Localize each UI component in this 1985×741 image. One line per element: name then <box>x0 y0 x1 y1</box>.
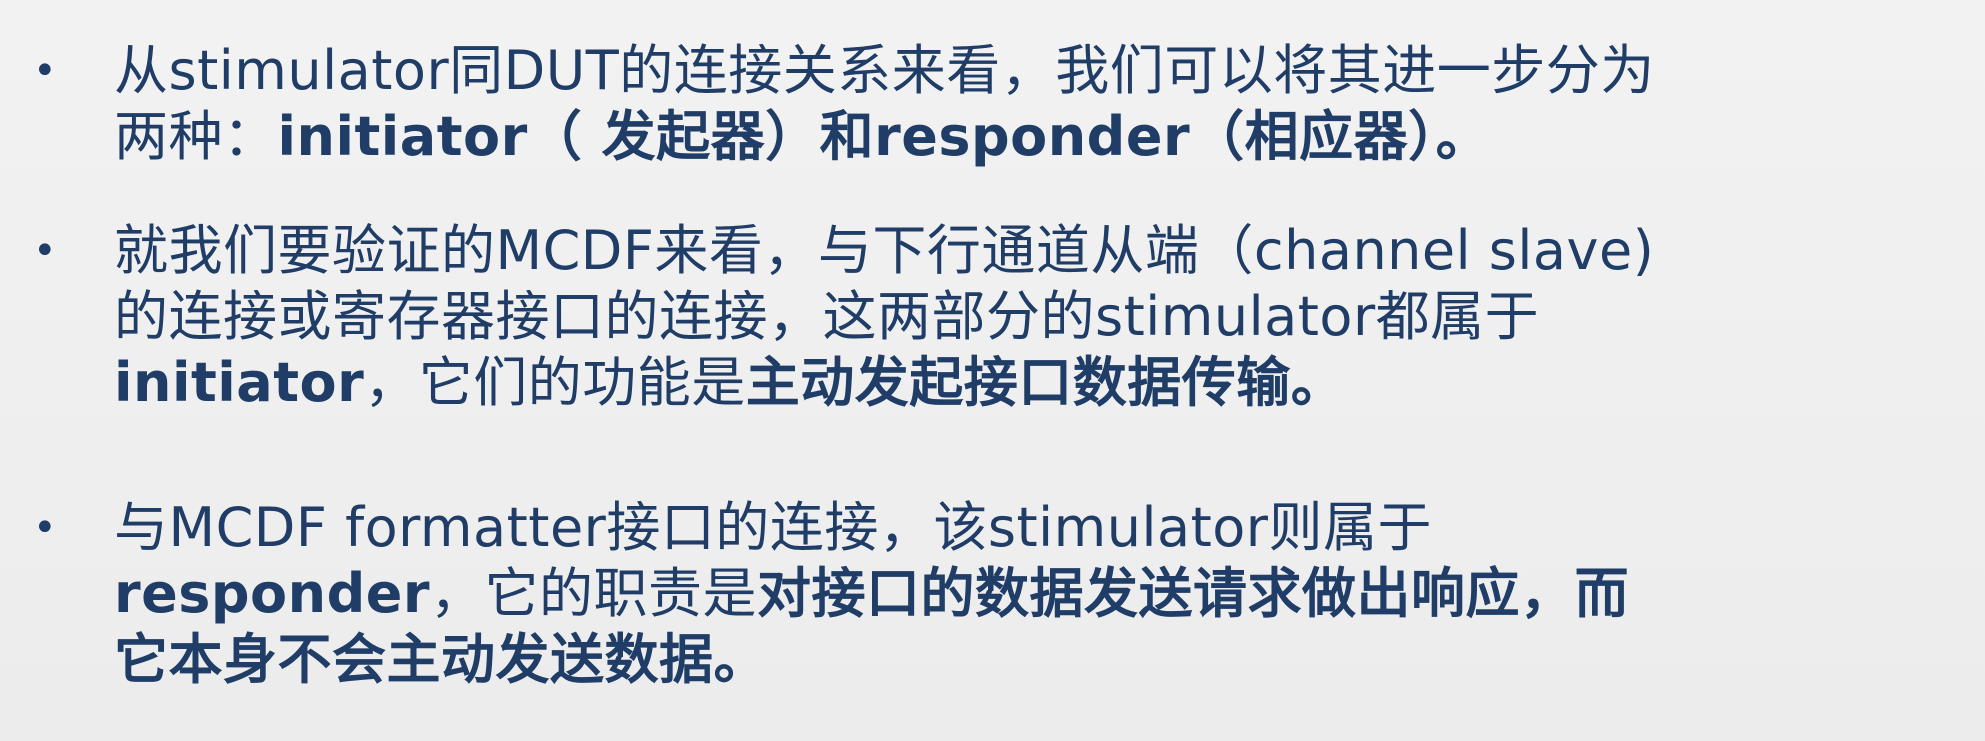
text-segment: 的连接或寄存器接口的连接，这两部分的stimulator都属于 <box>114 285 1540 348</box>
bullet-text: 与MCDF formatter接口的连接，该stimulator则属于 resp… <box>114 495 1954 693</box>
text-line: 从stimulator同DUT的连接关系来看，我们可以将其进一步分为 <box>114 38 1954 104</box>
bullet-icon: • <box>33 228 57 274</box>
text-segment: 从stimulator同DUT的连接关系来看，我们可以将其进一步分为 <box>114 39 1655 102</box>
text-segment: ，它的职责是 <box>430 562 758 625</box>
text-line: 它本身不会主动发送数据。 <box>114 627 1954 693</box>
text-segment: 就我们要验证的MCDF来看，与下行通道从端（channel slave) <box>114 219 1655 282</box>
text-segment: 两种： <box>114 105 278 168</box>
text-line: 的连接或寄存器接口的连接，这两部分的stimulator都属于 <box>114 284 1954 350</box>
bullet-text: 从stimulator同DUT的连接关系来看，我们可以将其进一步分为 两种：in… <box>114 38 1954 170</box>
bullet-icon: • <box>33 48 57 94</box>
text-line: 与MCDF formatter接口的连接，该stimulator则属于 <box>114 495 1954 561</box>
bold-text-segment: 它本身不会主动发送数据。 <box>114 628 768 691</box>
bold-text-segment: 主动发起接口数据传输。 <box>745 351 1346 414</box>
bold-text-segment: initiator（ 发起器）和responder（相应器）。 <box>277 105 1491 168</box>
bold-text-segment: 对接口的数据发送请求做出响应，而 <box>757 562 1630 625</box>
text-line: 两种：initiator（ 发起器）和responder（相应器）。 <box>114 104 1954 170</box>
text-segment: ，它们的功能是 <box>364 351 746 414</box>
bullet-text: 就我们要验证的MCDF来看，与下行通道从端（channel slave) 的连接… <box>114 218 1954 416</box>
bold-text-segment: initiator <box>114 351 365 414</box>
text-line: initiator，它们的功能是主动发起接口数据传输。 <box>114 350 1954 416</box>
slide: • 从stimulator同DUT的连接关系来看，我们可以将其进一步分为 两种：… <box>0 0 1985 741</box>
bullet-icon: • <box>33 505 57 551</box>
text-line: 就我们要验证的MCDF来看，与下行通道从端（channel slave) <box>114 218 1954 284</box>
bold-text-segment: responder <box>114 562 431 625</box>
text-segment: 与MCDF formatter接口的连接，该stimulator则属于 <box>114 496 1433 559</box>
text-line: responder，它的职责是对接口的数据发送请求做出响应，而 <box>114 561 1954 627</box>
